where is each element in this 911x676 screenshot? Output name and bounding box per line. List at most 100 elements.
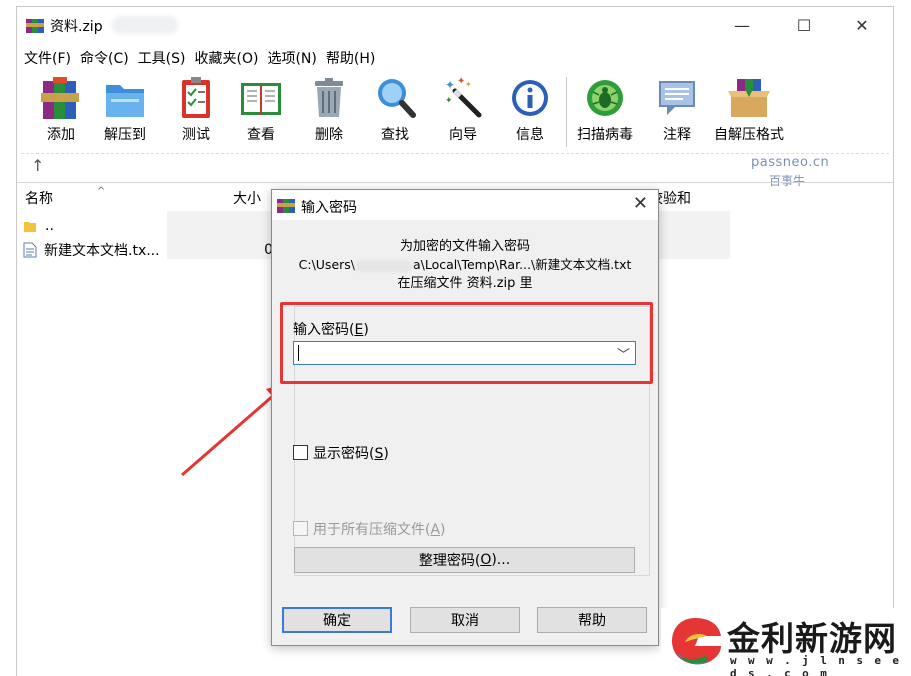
- winrar-app-icon: [26, 19, 44, 33]
- menu-bar: 文件(F) 命令(C) 工具(S) 收藏夹(O) 选项(N) 帮助(H): [17, 46, 377, 68]
- organize-passwords-button[interactable]: 整理密码(O)...: [294, 547, 635, 573]
- maximize-button[interactable]: ☐: [781, 7, 827, 43]
- toolbar-sfx-button[interactable]: 自解压格式: [714, 75, 784, 144]
- test-icon: [182, 77, 210, 118]
- use-for-all-checkbox: [293, 521, 308, 536]
- show-password-text: 显示密码(: [313, 446, 375, 462]
- organize-key: O: [480, 552, 492, 568]
- toolbar-wizard-button[interactable]: ✦ ✦ ✦ ✦ 向导: [441, 75, 485, 144]
- toolbar-virus-scan-button[interactable]: 扫描病毒: [577, 75, 633, 144]
- sort-ascending-icon: ^: [97, 186, 106, 197]
- dialog-title: 输入密码: [301, 200, 357, 216]
- path-end: a\Local\Temp\Rar...\新建文本文档.txt: [413, 257, 632, 272]
- close-button[interactable]: ✕: [839, 7, 885, 43]
- toolbar-test-button[interactable]: 测试: [174, 75, 218, 144]
- file-size: 0: [264, 242, 273, 258]
- folder-icon: [24, 222, 36, 232]
- column-header-name[interactable]: 名称 ^: [25, 186, 105, 208]
- cancel-button[interactable]: 取消: [410, 607, 520, 633]
- column-header-size[interactable]: 大小: [233, 188, 261, 208]
- menu-tools[interactable]: 工具(S): [131, 46, 186, 68]
- password-input[interactable]: ﹀: [293, 341, 636, 365]
- menu-command[interactable]: 命令(C): [73, 46, 129, 68]
- site-url: w w w . j l n s e e d s . c o m: [730, 654, 902, 676]
- dialog-close-button[interactable]: ✕: [633, 193, 648, 214]
- winrar-app-icon: [277, 199, 295, 213]
- toolbar-view-button[interactable]: 查看: [239, 75, 283, 144]
- password-label-text: 输入密码(: [293, 322, 355, 338]
- toolbar-extract-label: 解压到: [104, 127, 146, 143]
- watermark-url: passneo.cn: [751, 155, 830, 170]
- toolbar-delete-label: 删除: [315, 127, 343, 143]
- toolbar-wizard-label: 向导: [449, 127, 477, 143]
- help-button[interactable]: 帮助: [537, 607, 647, 633]
- toolbar-sfx-label: 自解压格式: [714, 127, 784, 143]
- menu-favorites[interactable]: 收藏夹(O): [188, 46, 259, 68]
- ok-button[interactable]: 确定: [282, 607, 392, 633]
- dialog-archive-name: 在压缩文件 资料.zip 里: [397, 276, 533, 291]
- file-name: 新建文本文档.tx...: [44, 243, 160, 259]
- sfx-icon: [728, 79, 770, 117]
- use-for-all-text: 用于所有压缩文件(: [313, 522, 431, 538]
- toolbar-add-button[interactable]: 添加: [39, 75, 83, 144]
- organize-suffix: )...: [491, 552, 511, 568]
- menu-help[interactable]: 帮助(H): [319, 46, 375, 68]
- organize-text: 整理密码(: [418, 553, 481, 569]
- address-bar: ↑ passneo.cn 百事牛: [21, 153, 889, 188]
- dialog-file-path: C:\Users\ a\Local\Temp\Rar...\新建文本文档.txt: [272, 254, 658, 273]
- toolbar-virus-scan-label: 扫描病毒: [577, 127, 633, 143]
- site-watermark-badge: 金利新游网 w w w . j l n s e e d s . c o m: [661, 608, 911, 676]
- toolbar-info-button[interactable]: 信息: [508, 75, 552, 144]
- text-caret: [298, 345, 299, 361]
- text-file-icon: [23, 242, 37, 258]
- up-arrow-icon[interactable]: ↑: [31, 156, 44, 175]
- site-name: 金利新游网: [727, 619, 897, 658]
- delete-icon: [315, 78, 343, 117]
- view-icon: [241, 83, 281, 115]
- virus-scan-icon: [587, 80, 623, 116]
- info-icon: [512, 80, 548, 116]
- show-password-key: S: [374, 446, 384, 462]
- svg-text:✦: ✦: [445, 96, 453, 106]
- password-dialog: 输入密码 ✕ 为加密的文件输入密码 C:\Users\ a\Local\Temp\…: [271, 189, 659, 646]
- add-archive-icon: [41, 77, 79, 119]
- redacted-text: [355, 259, 413, 272]
- toolbar-comment-label: 注释: [663, 127, 691, 143]
- path-start: C:\Users\: [298, 257, 355, 272]
- dialog-title-bar: 输入密码 ✕: [272, 190, 658, 220]
- password-label: 输入密码(E): [293, 322, 369, 338]
- menu-options[interactable]: 选项(N): [260, 46, 316, 68]
- toolbar-find-button[interactable]: 查找: [373, 75, 417, 144]
- svg-text:✦: ✦: [445, 78, 455, 92]
- extract-to-icon: [106, 85, 144, 117]
- toolbar: 添加 解压到 测试 查看 删除 查找 ✦ ✦ ✦ ✦ 向导 信息 扫描病毒 注释…: [17, 73, 893, 153]
- toolbar-delete-button[interactable]: 删除: [307, 75, 351, 144]
- file-name: ..: [45, 218, 54, 234]
- toolbar-separator: [566, 77, 567, 147]
- site-logo-icon: [671, 618, 721, 665]
- find-icon: [378, 79, 416, 118]
- title-bar: 资料.zip — ☐ ✕: [17, 7, 893, 43]
- menu-file[interactable]: 文件(F): [17, 46, 71, 68]
- wizard-icon: ✦ ✦✦✦: [445, 76, 482, 118]
- toolbar-extract-button[interactable]: 解压到: [103, 75, 147, 144]
- toolbar-add-label: 添加: [47, 127, 75, 143]
- show-password-checkbox[interactable]: [293, 445, 308, 460]
- show-password-label: 显示密码(S): [313, 446, 389, 462]
- chevron-down-icon[interactable]: ﹀: [617, 344, 630, 363]
- toolbar-test-label: 测试: [182, 127, 210, 143]
- comment-icon: [659, 81, 695, 115]
- list-item-parent[interactable]: ..: [23, 215, 54, 237]
- password-label-key: E: [354, 322, 364, 338]
- use-for-all-label: 用于所有压缩文件(A): [313, 522, 446, 538]
- svg-text:✦: ✦: [465, 80, 472, 89]
- column-name-label: 名称: [25, 191, 53, 207]
- toolbar-view-label: 查看: [247, 127, 275, 143]
- window-title: 资料.zip: [50, 19, 103, 35]
- dialog-message: 为加密的文件输入密码: [399, 239, 530, 254]
- minimize-button[interactable]: —: [719, 7, 765, 43]
- toolbar-comment-button[interactable]: 注释: [655, 75, 699, 144]
- use-for-all-key: A: [430, 522, 441, 538]
- redacted-text: [112, 16, 178, 34]
- toolbar-info-label: 信息: [516, 127, 544, 143]
